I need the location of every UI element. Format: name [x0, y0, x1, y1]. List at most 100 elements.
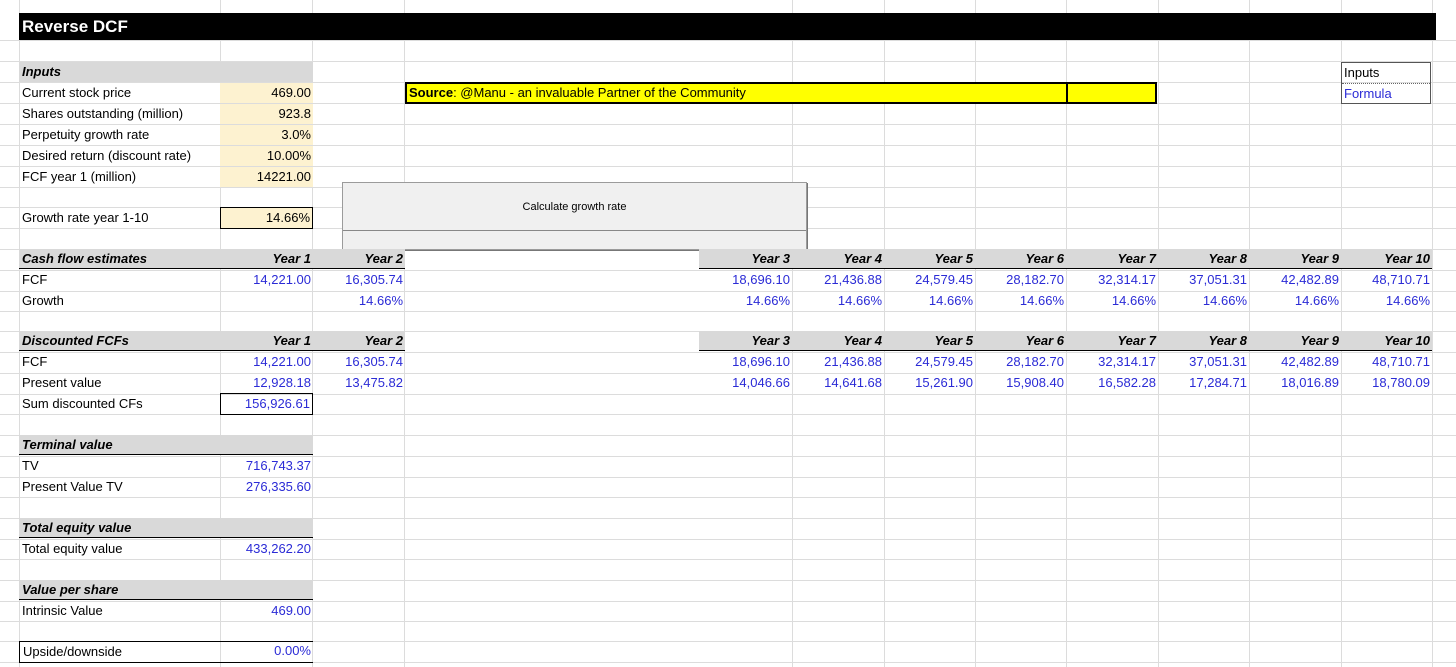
tv-label: TV: [22, 458, 39, 473]
input-label: Perpetuity growth rate: [22, 127, 150, 142]
input-value[interactable]: 10.00%: [220, 146, 313, 166]
dcf-fcf-cell[interactable]: 42,482.89: [1249, 352, 1341, 372]
year-header: Year 4: [792, 331, 884, 351]
dcf-fcf-cell[interactable]: 21,436.88: [792, 352, 884, 372]
sheet-title: Reverse DCF: [19, 13, 1436, 40]
cf-fcf-cell[interactable]: 14,221.00: [220, 270, 313, 290]
per-share-header: Value per share: [19, 580, 313, 600]
cf-growth-cell[interactable]: 14.66%: [1066, 291, 1158, 311]
year-header: Year 7: [1066, 331, 1158, 351]
cf-growth-cell[interactable]: 14.66%: [699, 291, 792, 311]
year-header: Year 9: [1249, 249, 1341, 269]
cash-flow-fcf-label: FCF: [22, 272, 48, 287]
equity-label: Total equity value: [22, 541, 123, 556]
dcf-pv-cell[interactable]: 18,016.89: [1249, 373, 1341, 393]
year-header: Year 3: [699, 331, 792, 351]
growth-rate-label: Growth rate year 1-10: [22, 210, 149, 225]
input-label: Desired return (discount rate): [22, 148, 192, 163]
cash-flow-growth-label: Growth: [22, 293, 64, 308]
cf-fcf-cell[interactable]: 48,710.71: [1341, 270, 1432, 290]
dcf-pv-cell[interactable]: 18,780.09: [1341, 373, 1432, 393]
source-label: Source: [409, 85, 454, 100]
input-label: FCF year 1 (million): [22, 169, 137, 184]
input-value[interactable]: 14221.00: [220, 167, 313, 187]
input-value[interactable]: 923.8: [220, 104, 313, 124]
cf-growth-cell[interactable]: 14.66%: [975, 291, 1066, 311]
discounted-pv-label: Present value: [22, 375, 102, 390]
legend-formula: Formula: [1344, 86, 1392, 101]
dcf-fcf-cell[interactable]: 18,696.10: [699, 352, 792, 372]
cf-fcf-cell[interactable]: 16,305.74: [312, 270, 405, 290]
tv-value[interactable]: 716,743.37: [220, 456, 313, 476]
cf-fcf-cell[interactable]: 24,579.45: [884, 270, 975, 290]
calculate-growth-rate-label: Calculate growth rate: [522, 201, 627, 213]
cf-growth-cell[interactable]: 14.66%: [1158, 291, 1249, 311]
year-header: Year 8: [1158, 331, 1249, 351]
cf-growth-cell[interactable]: 14.66%: [1249, 291, 1341, 311]
year-header: Year 1: [220, 249, 313, 269]
dcf-pv-cell[interactable]: 12,928.18: [220, 373, 313, 393]
year-header: Year 5: [884, 331, 975, 351]
dcf-pv-cell[interactable]: 13,475.82: [312, 373, 405, 393]
dcf-pv-cell[interactable]: 15,261.90: [884, 373, 975, 393]
cf-growth-cell[interactable]: 14.66%: [884, 291, 975, 311]
input-label: Shares outstanding (million): [22, 106, 184, 121]
cf-fcf-cell[interactable]: 32,314.17: [1066, 270, 1158, 290]
dcf-fcf-cell[interactable]: 16,305.74: [312, 352, 405, 372]
year-header: Year 9: [1249, 331, 1341, 351]
year-header: Year 3: [699, 249, 792, 269]
source-text: : @Manu - an invaluable Partner of the C…: [453, 85, 746, 100]
source-box: Source: @Manu - an invaluable Partner of…: [405, 82, 1157, 104]
sum-discounted-value[interactable]: 156,926.61: [220, 393, 313, 415]
inputs-header: Inputs: [19, 62, 313, 82]
cf-fcf-cell[interactable]: 21,436.88: [792, 270, 884, 290]
year-header: Year 5: [884, 249, 975, 269]
calculate-growth-rate-button[interactable]: Calculate growth rate: [342, 182, 807, 250]
dcf-pv-cell[interactable]: 16,582.28: [1066, 373, 1158, 393]
dcf-fcf-cell[interactable]: 37,051.31: [1158, 352, 1249, 372]
cf-growth-cell[interactable]: 14.66%: [312, 291, 405, 311]
dcf-fcf-cell[interactable]: 28,182.70: [975, 352, 1066, 372]
pv-tv-value[interactable]: 276,335.60: [220, 477, 313, 497]
growth-rate-value[interactable]: 14.66%: [220, 207, 313, 229]
year-header: Year 6: [975, 331, 1066, 351]
year-header: Year 7: [1066, 249, 1158, 269]
input-value[interactable]: 3.0%: [220, 125, 313, 145]
year-header: Year 4: [792, 249, 884, 269]
input-label: Current stock price: [22, 85, 132, 100]
year-header: Year 1: [220, 331, 313, 351]
cf-fcf-cell[interactable]: 28,182.70: [975, 270, 1066, 290]
dcf-fcf-cell[interactable]: 32,314.17: [1066, 352, 1158, 372]
dcf-pv-cell[interactable]: 14,641.68: [792, 373, 884, 393]
intrinsic-value[interactable]: 469.00: [220, 601, 313, 621]
input-value[interactable]: 469.00: [220, 83, 313, 103]
year-header: Year 10: [1341, 249, 1432, 269]
equity-header: Total equity value: [19, 518, 313, 538]
dcf-pv-cell[interactable]: 15,908.40: [975, 373, 1066, 393]
cf-fcf-cell[interactable]: 42,482.89: [1249, 270, 1341, 290]
cf-fcf-cell[interactable]: 37,051.31: [1158, 270, 1249, 290]
cf-fcf-cell[interactable]: 18,696.10: [699, 270, 792, 290]
discounted-fcf-label: FCF: [22, 354, 48, 369]
dcf-fcf-cell[interactable]: 24,579.45: [884, 352, 975, 372]
dcf-fcf-cell[interactable]: 48,710.71: [1341, 352, 1432, 372]
year-header: Year 6: [975, 249, 1066, 269]
legend-box: Inputs Formula: [1341, 62, 1431, 104]
intrinsic-value-label: Intrinsic Value: [22, 603, 103, 618]
dcf-pv-cell[interactable]: 14,046.66: [699, 373, 792, 393]
legend-inputs: Inputs: [1342, 63, 1430, 84]
pv-tv-label: Present Value TV: [22, 479, 123, 494]
equity-value[interactable]: 433,262.20: [220, 539, 313, 559]
cf-growth-cell[interactable]: [220, 291, 313, 311]
terminal-header: Terminal value: [19, 435, 313, 455]
year-header: Year 2: [312, 249, 405, 269]
year-header: Year 2: [312, 331, 405, 351]
cf-growth-cell[interactable]: 14.66%: [792, 291, 884, 311]
sum-discounted-label: Sum discounted CFs: [22, 396, 143, 411]
dcf-fcf-cell[interactable]: 14,221.00: [220, 352, 313, 372]
year-header: Year 8: [1158, 249, 1249, 269]
upside-value[interactable]: 0.00%: [220, 641, 313, 661]
cf-growth-cell[interactable]: 14.66%: [1341, 291, 1432, 311]
year-header: Year 10: [1341, 331, 1432, 351]
dcf-pv-cell[interactable]: 17,284.71: [1158, 373, 1249, 393]
